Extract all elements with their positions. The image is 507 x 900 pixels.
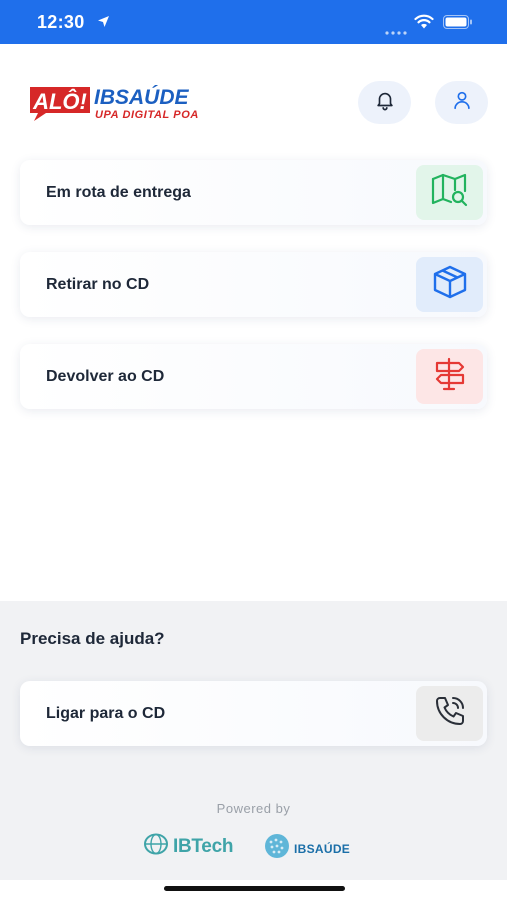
home-indicator[interactable] <box>164 886 345 891</box>
call-icon-box <box>416 686 483 741</box>
ibsaude-footer-text: IBSAÚDE <box>294 841 351 856</box>
map-search-icon <box>431 173 469 212</box>
action-label: Retirar no CD <box>46 276 150 293</box>
logo-ibsaude-text: IBSAÚDE <box>94 85 190 109</box>
battery-icon <box>443 15 473 34</box>
help-section: Precisa de ajuda? Ligar para o CD Powere… <box>0 601 507 880</box>
phone-call-icon <box>433 694 467 733</box>
bell-icon <box>374 89 396 116</box>
app-header: ALÔ! IBSAÚDE UPA DIGITAL POA <box>0 44 507 144</box>
call-cd-button[interactable]: Ligar para o CD <box>20 681 487 746</box>
call-label: Ligar para o CD <box>46 705 166 722</box>
ibsaude-footer-logo: IBSAÚDE <box>263 833 350 864</box>
help-title: Precisa de ajuda? <box>20 629 165 648</box>
ibsaude-globe-icon <box>263 833 291 864</box>
signpost-icon <box>432 356 468 397</box>
status-time: 12:30 <box>37 12 85 32</box>
ibtech-text: IBTech <box>173 835 234 857</box>
wifi-icon <box>414 14 434 34</box>
ibtech-globe-icon <box>144 833 170 860</box>
action-label: Em rota de entrega <box>46 184 191 201</box>
action-icon-box <box>416 257 483 312</box>
profile-button[interactable] <box>435 81 488 124</box>
logo-subtitle: UPA DIGITAL POA <box>95 109 199 121</box>
ibtech-logo: IBTech <box>144 833 233 860</box>
action-label: Devolver ao CD <box>46 368 165 385</box>
action-icon-box <box>416 165 483 220</box>
logo-alo-text: ALÔ! <box>32 89 87 114</box>
action-card-em-rota[interactable]: Em rota de entrega <box>20 160 487 225</box>
powered-by-label: Powered by <box>216 801 291 816</box>
notifications-button[interactable] <box>358 81 411 124</box>
app-logo: ALÔ! IBSAÚDE UPA DIGITAL POA <box>26 81 206 131</box>
box-icon <box>432 264 468 305</box>
status-bar: 12:30 <box>0 0 507 44</box>
location-icon <box>97 15 110 33</box>
action-card-devolver[interactable]: Devolver ao CD <box>20 344 487 409</box>
action-card-retirar[interactable]: Retirar no CD <box>20 252 487 317</box>
action-icon-box <box>416 349 483 404</box>
user-icon <box>451 89 473 116</box>
signal-icon <box>385 22 407 35</box>
